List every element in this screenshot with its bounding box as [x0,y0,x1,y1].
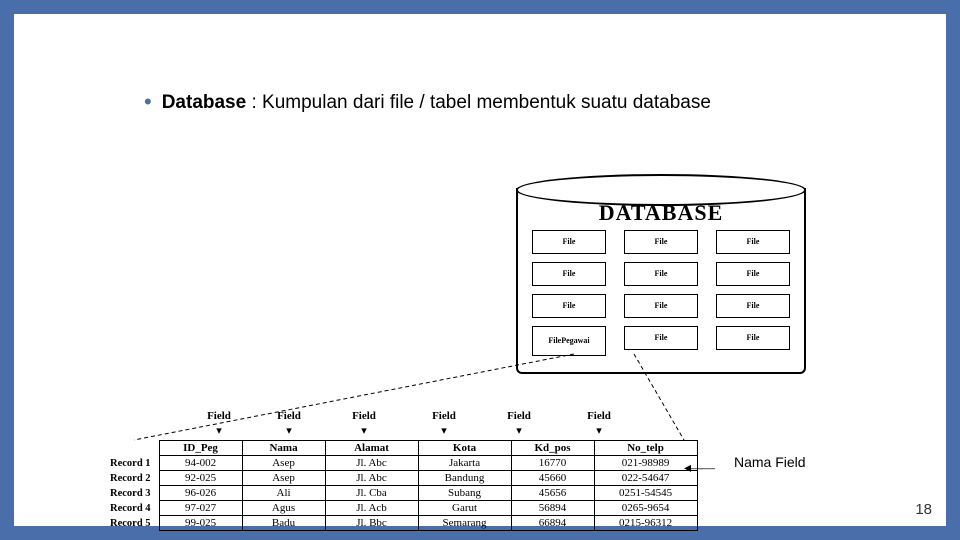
field-label: Field [404,410,484,422]
file-box-pegawai: FilePegawai [532,326,606,356]
bullet-term: Database [162,92,247,113]
row-label: Record 2 [104,471,159,486]
table-cell: 45660 [511,471,594,486]
table-cell: Jl. Abc [325,471,418,486]
bullet-item: • Database : Kumpulan dari file / tabel … [144,90,856,116]
table-cell: 0251-54545 [594,486,697,501]
down-arrow-icon: ▾ [404,424,484,437]
field-arrows-row: ▾▾▾▾▾▾ [184,424,644,437]
table-cell: 94-002 [159,456,242,471]
table-cell: 0215-96312 [594,516,697,531]
table-corner [104,441,159,456]
table-cell: 92-025 [159,471,242,486]
file-box: File [716,262,790,286]
file-box: File [624,294,698,318]
table-cell: Agus [242,501,325,516]
field-label: Field [484,410,554,422]
file-box: File [716,294,790,318]
table-cell: 96-026 [159,486,242,501]
nama-field-label: Nama Field [734,454,806,470]
down-arrow-icon: ▾ [484,424,554,437]
records-table: ID_PegNamaAlamatKotaKd_posNo_telpRecord … [104,440,698,531]
table-cell: 021-98989 [594,456,697,471]
bullet-text: Database : Kumpulan dari file / tabel me… [162,90,711,116]
page-number: 18 [915,501,932,518]
row-label: Record 1 [104,456,159,471]
table-cell: Badu [242,516,325,531]
column-header: Kota [418,441,511,456]
table-cell: 97-027 [159,501,242,516]
file-box: File [716,230,790,254]
column-header: Nama [242,441,325,456]
down-arrow-icon: ▾ [324,424,404,437]
field-label: Field [254,410,324,422]
cylinder-title: DATABASE [516,200,806,226]
file-box: File [716,326,790,350]
field-labels-row: FieldFieldFieldFieldFieldField [184,410,644,422]
file-box: File [624,326,698,350]
field-label: Field [554,410,644,422]
bullet-definition: : Kumpulan dari file / tabel membentuk s… [246,92,711,113]
table-row: Record 292-025AsepJl. AbcBandung45660022… [104,471,697,486]
table-cell: 99-025 [159,516,242,531]
table-cell: Ali [242,486,325,501]
table-cell: 45656 [511,486,594,501]
column-header: No_telp [594,441,697,456]
down-arrow-icon: ▾ [254,424,324,437]
file-box: File [624,262,698,286]
file-box: File [532,262,606,286]
database-cylinder: DATABASE FileFileFileFileFileFileFileFil… [516,174,806,374]
row-label: Record 5 [104,516,159,531]
diagram-area: DATABASE FileFileFileFileFileFileFileFil… [74,164,916,526]
column-header: ID_Peg [159,441,242,456]
table-cell: 0265-9654 [594,501,697,516]
table-cell: Jl. Bbc [325,516,418,531]
table-cell: 56894 [511,501,594,516]
table-cell: Asep [242,456,325,471]
column-header: Alamat [325,441,418,456]
arrow-left-icon: ◂—— [684,460,713,477]
file-box: File [532,294,606,318]
table-cell: Jl. Acb [325,501,418,516]
field-label: Field [184,410,254,422]
file-box: File [532,230,606,254]
file-grid: File File File File File File File File File File… [532,230,790,350]
table-cell: Asep [242,471,325,486]
table-cell: Jl. Cba [325,486,418,501]
table-cell: Semarang [418,516,511,531]
row-label: Record 4 [104,501,159,516]
table-cell: Subang [418,486,511,501]
table-cell: 66894 [511,516,594,531]
slide-frame: • Database : Kumpulan dari file / tabel … [0,0,960,540]
table-row: Record 599-025BaduJl. BbcSemarang6689402… [104,516,697,531]
table-cell: Jl. Abc [325,456,418,471]
field-label: Field [324,410,404,422]
column-header: Kd_pos [511,441,594,456]
table-row: Record 396-026AliJl. CbaSubang456560251-… [104,486,697,501]
down-arrow-icon: ▾ [184,424,254,437]
table-row: Record 497-027AgusJl. AcbGarut568940265-… [104,501,697,516]
row-label: Record 3 [104,486,159,501]
table-cell: Bandung [418,471,511,486]
down-arrow-icon: ▾ [554,424,644,437]
slide-body: • Database : Kumpulan dari file / tabel … [144,90,856,116]
table-cell: Jakarta [418,456,511,471]
table-cell: Garut [418,501,511,516]
file-box: File [624,230,698,254]
table-row: Record 194-002AsepJl. AbcJakarta16770021… [104,456,697,471]
table-cell: 16770 [511,456,594,471]
table-cell: 022-54647 [594,471,697,486]
bullet-dot-icon: • [144,90,152,114]
